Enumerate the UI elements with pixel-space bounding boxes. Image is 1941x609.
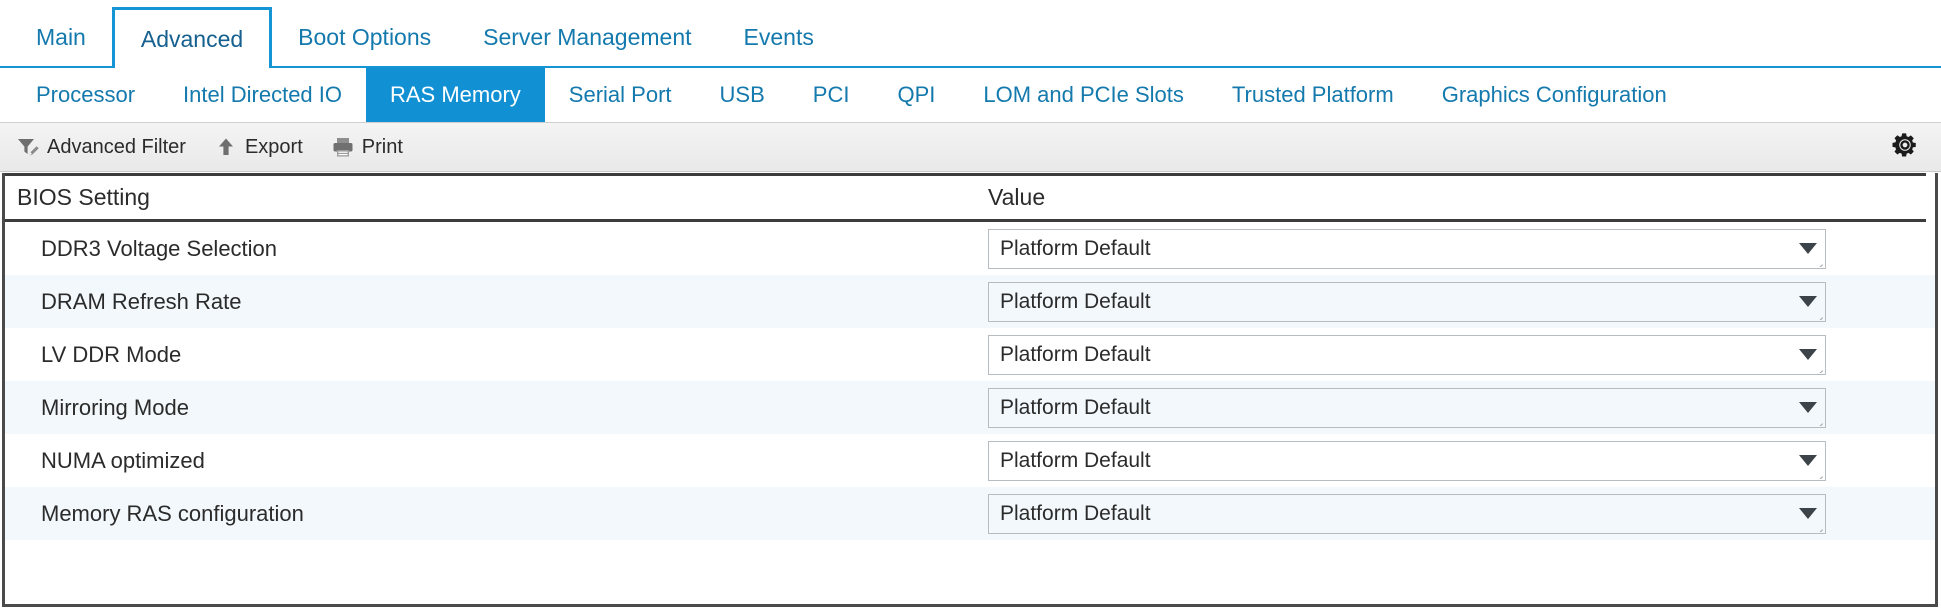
chevron-down-icon[interactable] — [1791, 243, 1825, 254]
primary-tab-label: Advanced — [140, 25, 244, 52]
secondary-tab-label: Intel Directed IO — [183, 82, 342, 107]
resize-grip-handle[interactable] — [1814, 311, 1823, 320]
primary-tab-advanced[interactable]: Advanced — [111, 7, 273, 68]
value-dropdown-selected: Platform Default — [1000, 236, 1151, 260]
chevron-down-icon[interactable] — [1791, 349, 1825, 360]
secondary-tab-label: USB — [719, 82, 765, 107]
secondary-tab-label: LOM and PCIe Slots — [983, 82, 1184, 107]
secondary-tab-intel-directed-io[interactable]: Intel Directed IO — [159, 68, 366, 122]
bios-setting-value-cell: Platform Default — [976, 281, 1935, 322]
bios-setting-name: NUMA optimized — [41, 447, 205, 473]
secondary-tab-ras-memory[interactable]: RAS Memory — [366, 68, 545, 122]
secondary-tabbar: Processor Intel Directed IO RAS Memory Seri… — [0, 68, 1941, 122]
value-dropdown[interactable]: Platform Default — [988, 493, 1826, 534]
chevron-down-icon[interactable] — [1791, 296, 1825, 307]
value-dropdown[interactable]: Platform Default — [988, 228, 1826, 269]
secondary-tab-label: Processor — [36, 82, 136, 107]
export-label: Export — [244, 135, 303, 158]
primary-tab-events[interactable]: Events — [718, 8, 840, 66]
value-dropdown-selected: Platform Default — [1000, 448, 1151, 472]
chevron-down-icon[interactable] — [1791, 402, 1825, 413]
secondary-tab-label: Serial Port — [568, 82, 672, 107]
column-header-value: Value — [988, 184, 1046, 210]
table-row[interactable]: Mirroring Mode Platform Default — [5, 381, 1935, 434]
bios-setting-value-cell: Platform Default — [976, 228, 1935, 269]
bios-setting-value-cell: Platform Default — [976, 440, 1935, 481]
secondary-tab-graphics-configuration[interactable]: Graphics Configuration — [1418, 68, 1691, 122]
value-dropdown-selected: Platform Default — [1000, 395, 1151, 419]
print-label: Print — [361, 135, 403, 158]
primary-tab-label: Main — [36, 23, 86, 50]
print-button[interactable]: Print — [329, 129, 415, 165]
secondary-tab-lom-and-pcie-slots[interactable]: LOM and PCIe Slots — [959, 68, 1208, 122]
value-dropdown[interactable]: Platform Default — [988, 440, 1826, 481]
value-dropdown[interactable]: Platform Default — [988, 281, 1826, 322]
funnel-pencil-icon — [16, 135, 40, 159]
secondary-tab-serial-port[interactable]: Serial Port — [545, 68, 696, 122]
primary-tab-boot-options[interactable]: Boot Options — [272, 8, 457, 66]
secondary-tab-processor[interactable]: Processor — [12, 68, 159, 122]
chevron-down-icon[interactable] — [1791, 508, 1825, 519]
resize-grip-handle[interactable] — [1814, 258, 1823, 267]
export-button[interactable]: Export — [212, 129, 315, 165]
advanced-filter-label: Advanced Filter — [47, 135, 186, 158]
bios-policy-panel: Main Advanced Boot Options Server Managemen… — [0, 0, 1941, 609]
bios-setting-value-cell: Platform Default — [976, 334, 1935, 375]
value-dropdown[interactable]: Platform Default — [988, 387, 1826, 428]
resize-grip-handle[interactable] — [1814, 523, 1823, 532]
primary-tab-label: Boot Options — [298, 23, 432, 50]
primary-tab-label: Events — [743, 23, 814, 50]
bios-setting-name: DRAM Refresh Rate — [41, 288, 242, 314]
primary-tab-label: Server Management — [483, 23, 692, 50]
settings-gear-button[interactable] — [1881, 127, 1929, 167]
up-arrow-icon — [214, 135, 238, 159]
column-header-bios-setting: BIOS Setting — [17, 184, 150, 210]
table-empty-row — [5, 540, 1935, 593]
secondary-tab-label: Graphics Configuration — [1441, 82, 1667, 107]
advanced-filter-button[interactable]: Advanced Filter — [14, 129, 198, 165]
value-dropdown[interactable]: Platform Default — [988, 334, 1826, 375]
printer-icon — [331, 135, 355, 159]
secondary-tab-usb[interactable]: USB — [696, 68, 789, 122]
value-dropdown-selected: Platform Default — [1000, 342, 1151, 366]
bios-setting-name: DDR3 Voltage Selection — [41, 235, 278, 261]
secondary-tab-label: PCI — [812, 82, 850, 107]
secondary-tab-label: Trusted Platform — [1231, 82, 1394, 107]
bios-setting-value-cell: Platform Default — [976, 493, 1935, 534]
primary-tabbar: Main Advanced Boot Options Server Managemen… — [0, 0, 1941, 68]
value-dropdown-selected: Platform Default — [1000, 289, 1151, 313]
table-row[interactable]: DRAM Refresh Rate Platform Default — [5, 275, 1935, 328]
table-row[interactable]: NUMA optimized Platform Default — [5, 434, 1935, 487]
primary-tab-main[interactable]: Main — [10, 8, 112, 66]
bios-setting-name: Memory RAS configuration — [41, 500, 304, 526]
table-toolbar: Advanced Filter Export Print — [0, 122, 1941, 172]
bios-settings-table: BIOS Setting Value DDR3 Voltage Selectio… — [2, 173, 1938, 607]
bios-setting-value-cell: Platform Default — [976, 387, 1935, 428]
secondary-tab-trusted-platform[interactable]: Trusted Platform — [1208, 68, 1418, 122]
table-header-row: BIOS Setting Value — [5, 173, 1926, 222]
primary-tab-server-management[interactable]: Server Management — [457, 8, 717, 66]
table-row[interactable]: Memory RAS configuration Platform Default — [5, 487, 1935, 540]
bios-setting-name: Mirroring Mode — [41, 394, 189, 420]
secondary-tab-label: RAS Memory — [390, 82, 521, 107]
secondary-tab-label: QPI — [897, 82, 936, 107]
secondary-tab-qpi[interactable]: QPI — [873, 68, 959, 122]
table-row[interactable]: LV DDR Mode Platform Default — [5, 328, 1935, 381]
secondary-tab-pci[interactable]: PCI — [789, 68, 874, 122]
resize-grip-handle[interactable] — [1814, 364, 1823, 373]
chevron-down-icon[interactable] — [1791, 455, 1825, 466]
bios-setting-name: LV DDR Mode — [41, 341, 182, 367]
gear-icon — [1890, 130, 1920, 165]
resize-grip-handle[interactable] — [1814, 417, 1823, 426]
table-body: DDR3 Voltage Selection Platform Default DR… — [5, 222, 1935, 540]
value-dropdown-selected: Platform Default — [1000, 501, 1151, 525]
table-row[interactable]: DDR3 Voltage Selection Platform Default — [5, 222, 1935, 275]
resize-grip-handle[interactable] — [1814, 470, 1823, 479]
